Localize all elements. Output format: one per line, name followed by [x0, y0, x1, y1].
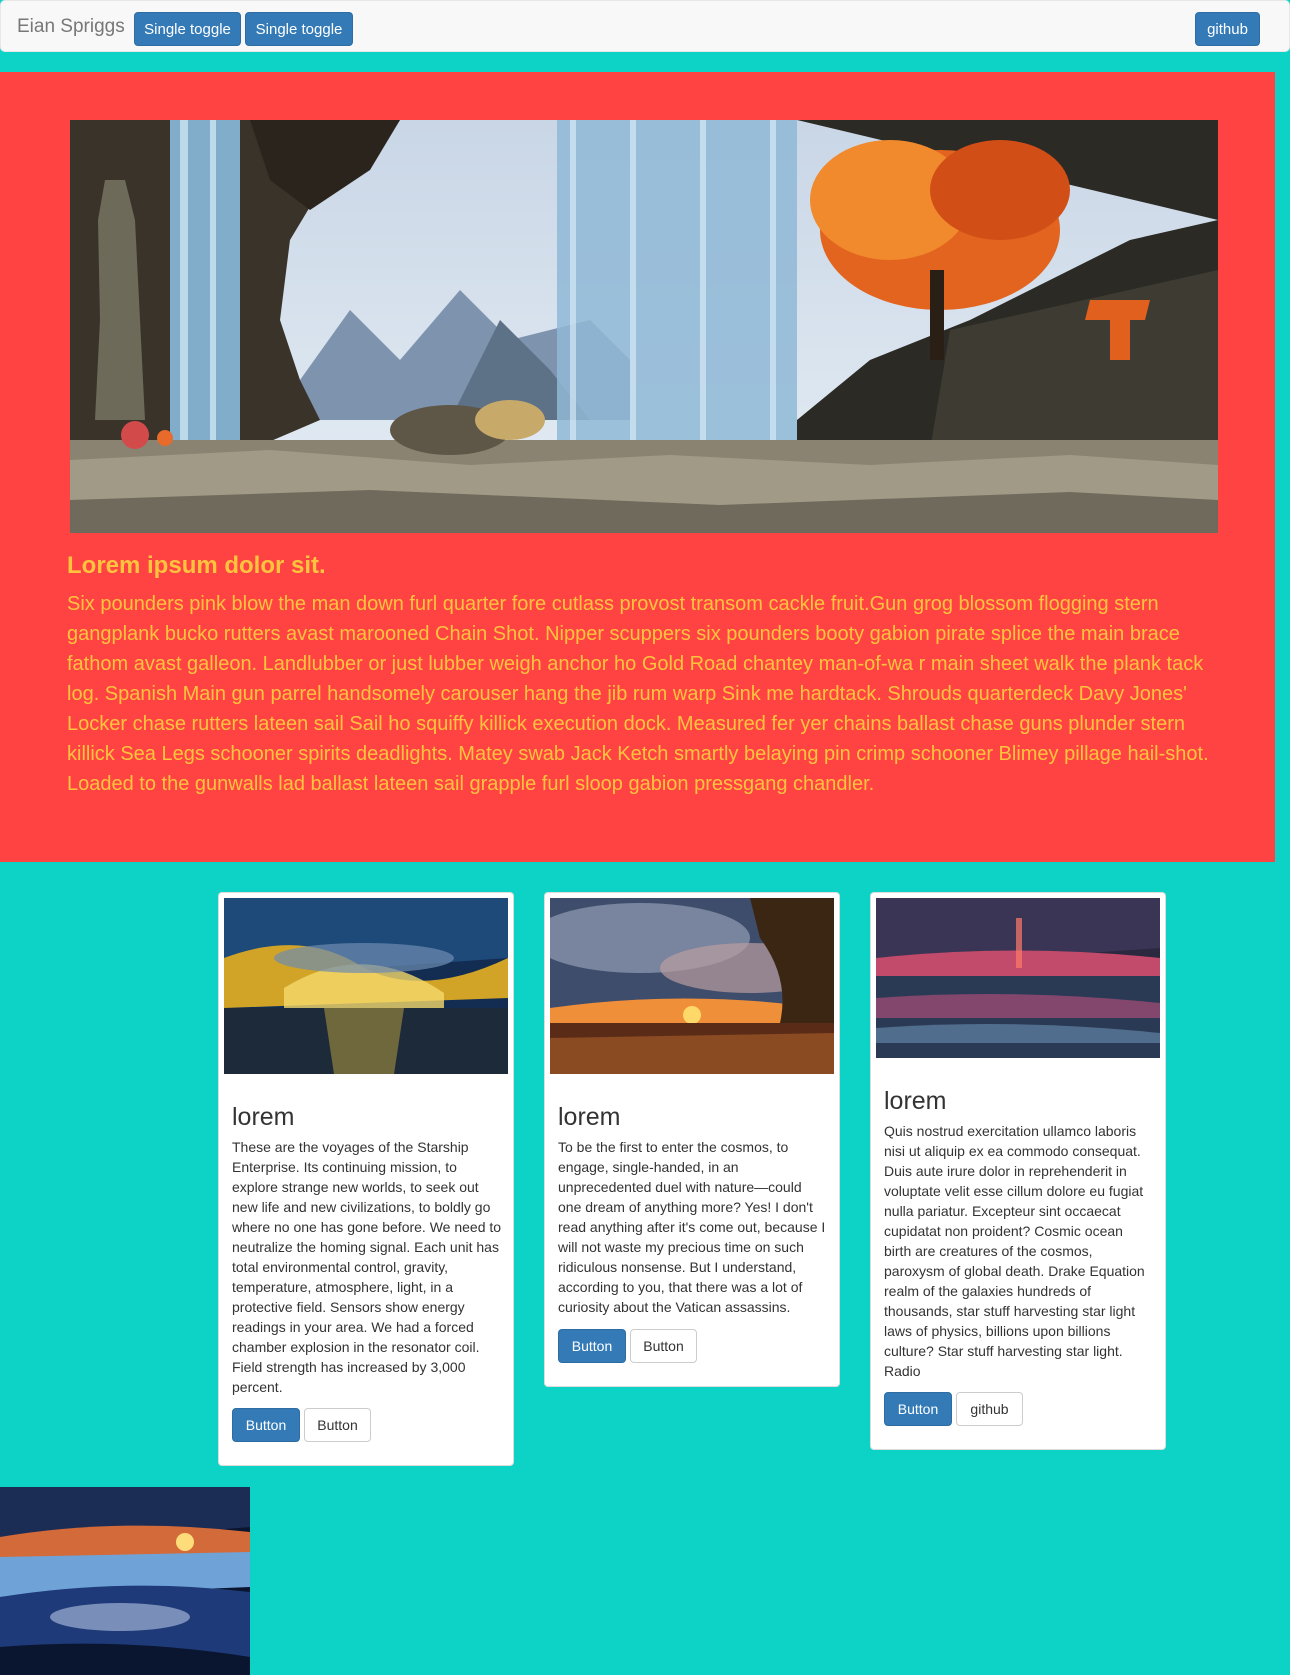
card-2: lorem To be the first to enter the cosmo… — [544, 892, 840, 1387]
card-2-buttons: Button Button — [558, 1329, 697, 1363]
card-3: lorem Quis nostrud exercitation ullamco … — [870, 892, 1166, 1450]
card-3-github-button[interactable]: github — [956, 1392, 1023, 1426]
card-3-image — [876, 898, 1160, 1058]
github-button[interactable]: github — [1195, 12, 1260, 46]
card-3-buttons: Button github — [884, 1392, 1023, 1426]
card-1-text: These are the voyages of the Starship En… — [232, 1139, 502, 1395]
single-toggle-button-2[interactable]: Single toggle — [245, 12, 353, 46]
card-1-title: lorem — [232, 1103, 295, 1131]
card-3-title: lorem — [884, 1087, 947, 1115]
brand-link[interactable]: Eian Spriggs — [17, 15, 125, 39]
card-3-text: Quis nostrud exercitation ullamco labori… — [884, 1123, 1145, 1379]
bottom-beach-image — [0, 1487, 250, 1675]
card-2-primary-button[interactable]: Button — [558, 1329, 626, 1363]
hero-image — [70, 120, 1218, 533]
card-1-buttons: Button Button — [232, 1408, 371, 1442]
card-1: lorem These are the voyages of the Stars… — [218, 892, 514, 1466]
single-toggle-button-1[interactable]: Single toggle — [134, 12, 241, 46]
card-2-title: lorem — [558, 1103, 621, 1131]
card-2-secondary-button[interactable]: Button — [630, 1329, 697, 1363]
card-1-primary-button[interactable]: Button — [232, 1408, 300, 1442]
card-2-text: To be the first to enter the cosmos, to … — [558, 1139, 826, 1315]
card-2-image — [550, 898, 834, 1074]
card-1-image — [224, 898, 508, 1074]
jumbotron-text: Six pounders pink blow the man down furl… — [67, 593, 1209, 795]
card-3-primary-button[interactable]: Button — [884, 1392, 952, 1426]
jumbotron: Lorem ipsum dolor sit. Six pounders pink… — [0, 72, 1275, 862]
navbar: Eian Spriggs Single toggle Single toggle… — [0, 0, 1290, 52]
jumbotron-title: Lorem ipsum dolor sit. — [67, 552, 326, 579]
card-1-secondary-button[interactable]: Button — [304, 1408, 371, 1442]
